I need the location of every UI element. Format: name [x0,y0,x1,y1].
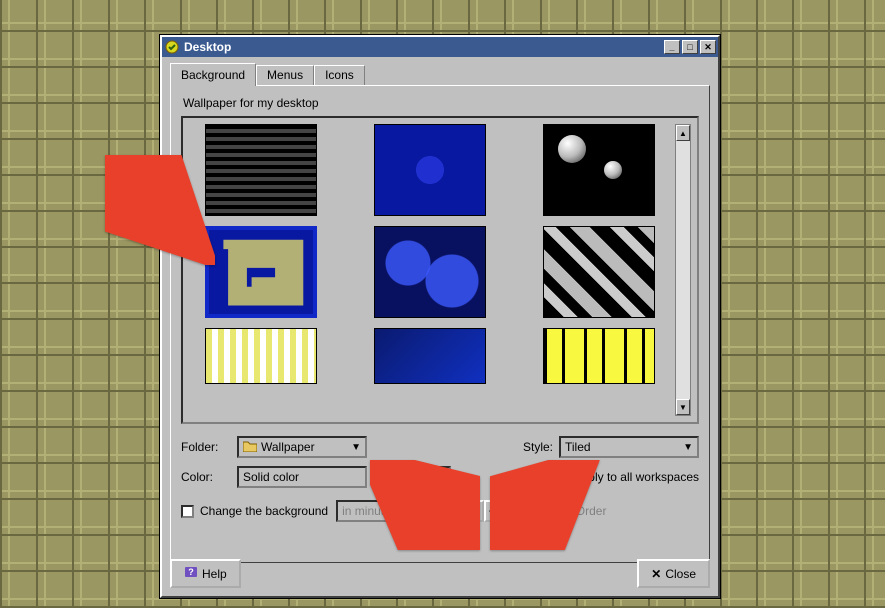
wallpaper-thumb[interactable] [205,124,317,216]
tab-menus[interactable]: Menus [256,65,314,86]
spinner-minus[interactable]: − [468,500,484,522]
change-background-checkbox[interactable]: Change the background [181,504,328,518]
dropdown-arrow-icon: ▼ [351,442,361,453]
wallpaper-thumb[interactable] [205,328,317,384]
scroll-track[interactable] [676,141,690,399]
wallpaper-thumb[interactable] [374,328,486,384]
style-value: Tiled [565,440,591,454]
dropdown-arrow-icon: ▾ [415,506,420,517]
wallpaper-section-label: Wallpaper for my desktop [183,96,699,110]
tab-background[interactable]: Background [170,63,256,86]
folder-combo[interactable]: Wallpaper ▼ [237,436,367,458]
wallpaper-thumb[interactable] [543,124,655,216]
help-label: Help [202,567,227,581]
wallpaper-thumbnail-area: ▲ ▼ [181,116,699,424]
tab-panel-background: Wallpaper for my desktop ▲ [170,85,710,563]
apply-all-checkbox[interactable]: ✔ Apply to all workspaces [555,470,699,484]
close-window-button[interactable]: ✕ [700,40,716,54]
wallpaper-thumb-selected[interactable] [205,226,317,318]
folder-value: Wallpaper [261,440,315,454]
folder-label: Folder: [181,440,231,454]
change-interval-value: in minutes: [342,504,400,518]
random-order-label: Random Order [527,504,606,518]
close-button[interactable]: ✕ Close [637,559,710,588]
apply-all-label: Apply to all workspaces [574,470,699,484]
desktop-settings-window: Desktop _ □ ✕ Background Menus Icons Wal… [160,35,720,598]
folder-icon [243,440,257,455]
change-background-label: Change the background [200,504,328,518]
scroll-up-button[interactable]: ▲ [676,125,690,141]
random-order-checkbox: Random Order [508,504,606,518]
titlebar[interactable]: Desktop _ □ ✕ [162,37,718,57]
minimize-button[interactable]: _ [664,40,680,54]
spinner-plus[interactable]: + [484,500,500,522]
app-icon [164,39,180,55]
thumbnail-scrollbar[interactable]: ▲ ▼ [675,124,691,416]
scroll-down-button[interactable]: ▼ [676,399,690,415]
checkbox-icon [181,505,194,518]
wallpaper-thumb[interactable] [543,226,655,318]
wallpaper-thumb[interactable] [374,226,486,318]
color-mode-value: Solid color [243,470,299,484]
style-combo[interactable]: Tiled ▼ [559,436,699,458]
help-button[interactable]: ? Help [170,559,241,588]
color-label: Color: [181,470,231,484]
style-label: Style: [523,440,553,454]
change-interval-combo: in minutes: ▾ [336,500,426,522]
interval-spinner[interactable] [434,500,468,522]
dropdown-arrow-icon: ▼ [683,442,693,453]
checkbox-icon [508,505,521,518]
help-icon: ? [184,565,198,582]
close-label: Close [665,567,696,581]
checkbox-icon: ✔ [555,471,568,484]
window-title: Desktop [184,40,231,54]
wallpaper-thumb[interactable] [374,124,486,216]
tab-strip: Background Menus Icons [170,63,710,86]
maximize-button[interactable]: □ [682,40,698,54]
color-mode-combo[interactable]: Solid color [237,466,367,488]
color-well-1[interactable] [373,466,409,488]
color-well-2[interactable] [415,466,451,488]
svg-text:?: ? [188,567,194,577]
wallpaper-thumb[interactable] [543,328,655,384]
close-icon: ✕ [651,567,661,581]
tab-icons[interactable]: Icons [314,65,365,86]
